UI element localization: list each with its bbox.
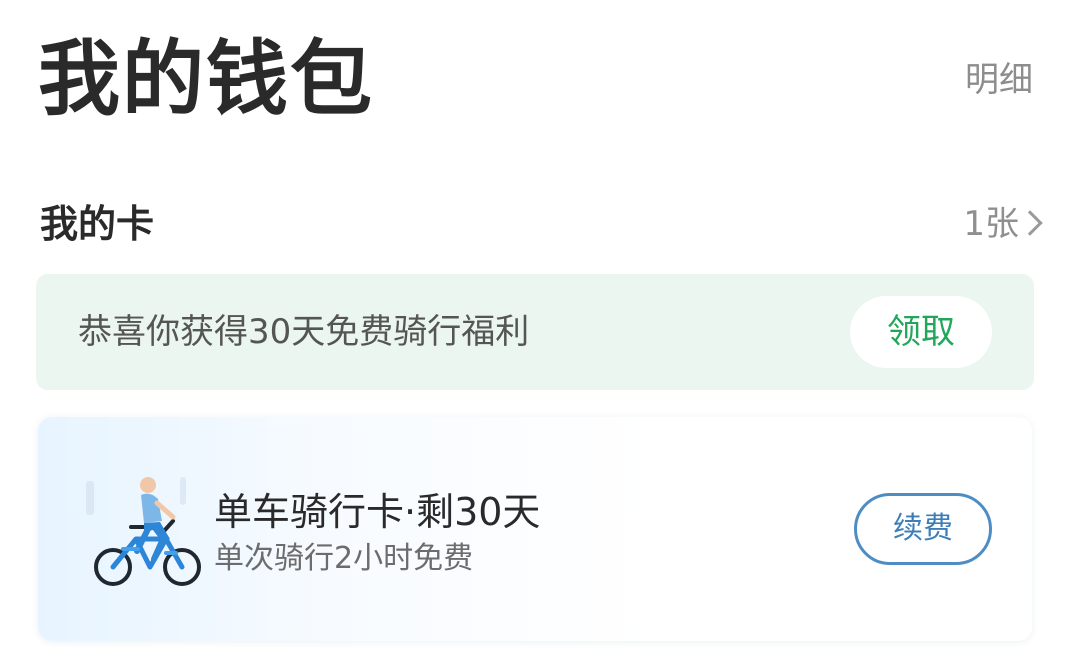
renew-button[interactable]: 续费 bbox=[854, 493, 992, 565]
claim-button[interactable]: 领取 bbox=[850, 296, 992, 368]
bike-ride-card[interactable]: 单车骑行卡·剩30天 单次骑行2小时免费 续费 bbox=[38, 417, 1032, 641]
free-ride-promo-banner: 恭喜你获得30天免费骑行福利 领取 bbox=[36, 274, 1034, 390]
bike-rider-icon bbox=[86, 477, 201, 586]
promo-message: 恭喜你获得30天免费骑行福利 bbox=[78, 312, 530, 352]
my-cards-heading: 我的卡 bbox=[40, 202, 155, 246]
chevron-right-icon[interactable] bbox=[1017, 210, 1043, 236]
bike-card-subtitle: 单次骑行2小时免费 bbox=[214, 541, 474, 576]
page-title: 我的钱包 bbox=[38, 32, 375, 127]
details-link[interactable]: 明细 bbox=[965, 58, 1033, 102]
wallet-page: 我的钱包 明细 我的卡 1张 恭喜你获得30天免费骑行福利 领取 单车骑行卡·剩… bbox=[0, 0, 1069, 662]
card-count-link[interactable]: 1张 bbox=[963, 202, 1019, 246]
bike-card-title: 单车骑行卡·剩30天 bbox=[214, 490, 541, 534]
